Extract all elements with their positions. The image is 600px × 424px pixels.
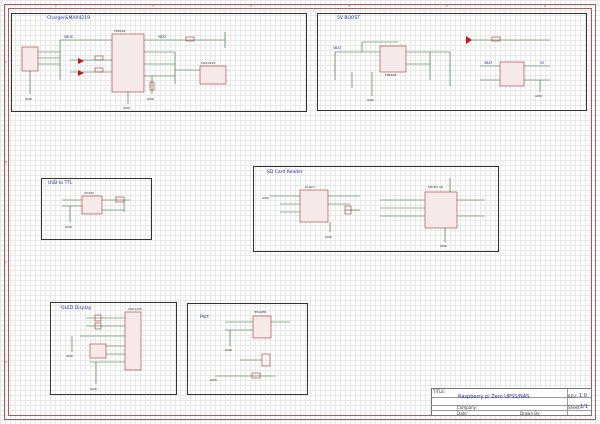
- boost-ic-symbol: [379, 45, 407, 73]
- oled-ic-label: SSD1306: [128, 307, 142, 311]
- usb-ttl-circuit: [62, 195, 130, 222]
- sd-gnd-3: GND: [440, 244, 448, 248]
- oled-connector-symbol: [124, 311, 142, 371]
- sd-gnd-2: GND: [325, 235, 333, 239]
- sheet-value: 1/1: [580, 404, 589, 410]
- charger-gnd-1: GND: [25, 97, 33, 101]
- port-ic-label: HEADER: [254, 310, 267, 314]
- date-label: Date:: [457, 411, 468, 416]
- ch340-symbol: [81, 195, 103, 215]
- charger-ic-label: TP4056: [113, 29, 125, 33]
- title-block: [431, 388, 592, 416]
- sd-slot-label: MICRO SD: [428, 185, 444, 189]
- rev-value: 1.0: [579, 393, 587, 399]
- port-gnd-2: GND: [210, 378, 218, 382]
- boost-led: [466, 36, 472, 44]
- boost-5v-label: 5V: [540, 61, 545, 65]
- usb-connector-symbol: [21, 46, 39, 72]
- boost-vbat-2-label: VBAT: [484, 61, 492, 65]
- boost-circuit: [334, 36, 550, 96]
- charger-vbus-label: VBUS: [64, 35, 73, 39]
- charger-gnd-2: GND: [123, 106, 131, 110]
- port-gnd-1: GND: [225, 348, 233, 352]
- port-header-symbol: [252, 315, 272, 339]
- title-value: Raspberry pi Zero UPSS/NAS: [458, 394, 530, 400]
- charger-vbat-label: VBAT: [158, 35, 166, 39]
- max4219-symbol: [199, 65, 227, 85]
- charger-leds: [78, 58, 84, 76]
- charger-ic-symbol: [111, 33, 145, 93]
- oled-gnd-1: GND: [66, 354, 74, 358]
- oled-gnd-2: GND: [90, 387, 98, 391]
- max4219-label: MAX4219: [201, 61, 215, 65]
- usb-ic-label: CH340: [84, 191, 94, 195]
- sd-card-circuit: [270, 178, 485, 242]
- rev-label: REV:: [568, 394, 578, 399]
- port-circuit: [215, 315, 290, 379]
- boost-ic-label: FP6298: [385, 73, 396, 77]
- sd-ic-label: GL823: [305, 185, 315, 189]
- micro-sd-symbol: [424, 191, 458, 229]
- boost-output-switch-symbol: [499, 61, 525, 87]
- boost-gnd-2: GND: [535, 94, 543, 98]
- sheet-label: Sheet:: [568, 405, 581, 410]
- charger-gnd-3: GND: [147, 97, 155, 101]
- boost-vbat-label: VBAT: [333, 46, 341, 50]
- oled-circuit: [71, 311, 142, 384]
- usb-gnd: GND: [65, 225, 73, 229]
- sd-gnd-1: GND: [262, 196, 270, 200]
- drawn-label: Drawn By:: [520, 411, 541, 416]
- gl823-symbol: [299, 189, 329, 223]
- charger-circuit: [21, 32, 227, 104]
- title-label: TITLE:: [433, 389, 446, 394]
- schematic-wires: TP4056 MAX4219 VBUS VBAT GND GND GND FP6…: [21, 29, 550, 391]
- company-label: Company:: [457, 405, 478, 410]
- schematic-sheet: 1 2 3 4 5 6 A B C D Charger&MAX4219 5V B…: [0, 0, 600, 424]
- boost-gnd-1: GND: [367, 98, 375, 102]
